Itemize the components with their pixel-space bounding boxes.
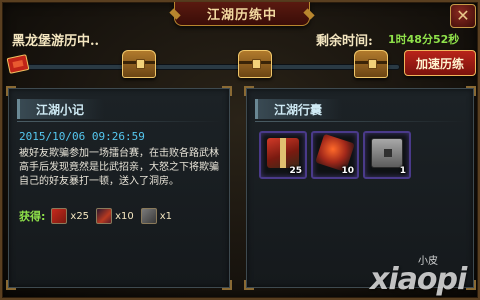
rewards-row: 获得: x25 x10 x1 — [19, 207, 176, 225]
location-status: 黑龙堡游历中.. — [12, 34, 100, 49]
travel-dialog: 江湖历练中 ✕ 黑龙堡游历中.. 剩余时间: 1时48分52秒 加速历练 江湖小… — [0, 0, 480, 300]
watermark-logo: xiaopi — [370, 262, 467, 297]
treasure-chest-icon[interactable] — [122, 50, 156, 78]
metal-case-icon — [371, 138, 403, 168]
journal-panel: 江湖小记 2015/10/06 09:26:59 被好友欺骗参加一场擂台赛，在击… — [6, 86, 232, 290]
journal-text: 被好友欺骗参加一场擂台赛，在击败各路武林高手后发现竟然是比武招亲，大怒之下将欺骗… — [19, 148, 219, 187]
reward-count: x25 — [70, 210, 90, 222]
dialog-title: 江湖历练中 — [206, 8, 277, 23]
title-plaque: 江湖历练中 — [174, 2, 310, 26]
bag-slot[interactable]: 10 — [311, 131, 359, 179]
close-icon: ✕ — [456, 6, 470, 25]
bag-slot[interactable]: 25 — [259, 131, 307, 179]
divider — [255, 121, 465, 122]
remaining-time-value: 1时48分52秒 — [388, 33, 460, 46]
red-flag-icon — [6, 54, 30, 74]
bag-slot[interactable]: 1 — [363, 131, 411, 179]
close-button[interactable]: ✕ — [450, 4, 476, 28]
remaining-time-label: 剩余时间: — [316, 34, 373, 49]
gift-box-icon — [51, 208, 68, 224]
reward-count: x10 — [115, 210, 134, 222]
bag-header: 江湖行囊 — [255, 99, 343, 119]
item-count: 25 — [289, 166, 302, 176]
divider — [17, 121, 221, 122]
site-watermark: 小皮 xiaopi — [370, 252, 480, 298]
speed-up-button[interactable]: 加速历练 — [404, 50, 476, 76]
rewards-label: 获得: — [19, 210, 46, 223]
treasure-chest-icon[interactable] — [238, 50, 272, 78]
treasure-chest-icon[interactable] — [354, 50, 388, 78]
journal-date: 2015/10/06 09:26:59 — [19, 130, 145, 143]
item-count: 1 — [399, 166, 406, 176]
red-gem-icon — [96, 208, 113, 224]
item-count: 10 — [341, 166, 354, 176]
gift-box-icon — [267, 138, 299, 168]
metal-case-icon — [140, 208, 157, 224]
journal-header: 江湖小记 — [17, 99, 105, 119]
progress-track — [26, 64, 400, 70]
reward-count: x1 — [159, 210, 172, 222]
